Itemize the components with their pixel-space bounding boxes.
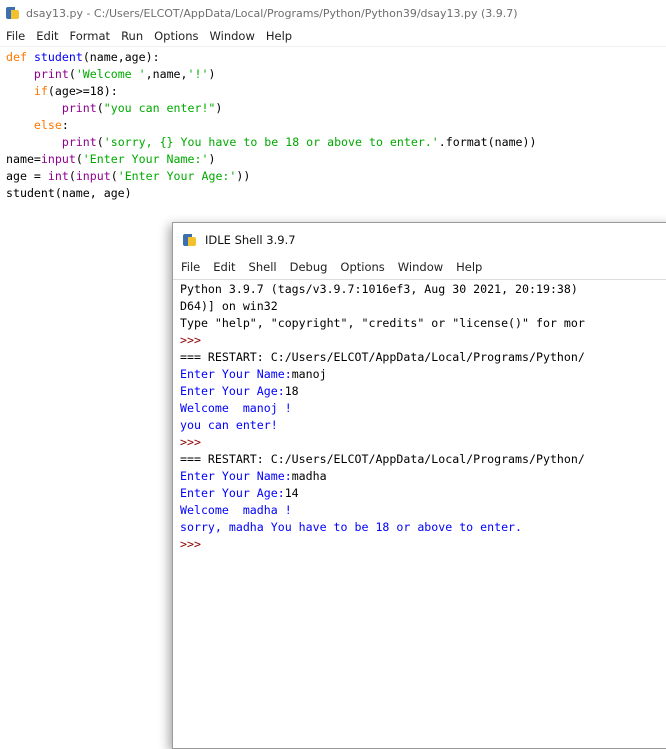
restart-line: === RESTART: C:/Users/ELCOT/AppData/Loca…	[180, 350, 585, 364]
code-text: )	[208, 67, 216, 81]
shell-prompt: >>>	[180, 435, 201, 449]
shell-line: D64)] on win32	[180, 299, 278, 313]
shell-menu-shell[interactable]: Shell	[241, 260, 282, 274]
string-literal: 'sorry, {} You have to be 18 or above to…	[103, 135, 439, 149]
python-shell-icon	[183, 233, 197, 247]
builtin: input	[75, 169, 111, 183]
code-line-9[interactable]: student(name, age)	[6, 185, 132, 202]
code-text: :	[61, 118, 69, 132]
string-literal: 'Welcome '	[75, 67, 146, 81]
string-literal: "you can enter!"	[103, 101, 216, 115]
shell-menu-window[interactable]: Window	[390, 260, 448, 274]
code-text: )	[208, 152, 216, 166]
shell-menu-options[interactable]: Options	[332, 260, 389, 274]
menu-window[interactable]: Window	[204, 29, 260, 43]
code-text: (	[96, 101, 104, 115]
user-input: 18	[284, 384, 299, 398]
shell-menu-debug[interactable]: Debug	[282, 260, 333, 274]
code-text: (	[110, 169, 118, 183]
shell-line: Enter Your Age:14	[180, 485, 299, 502]
shell-output-area[interactable]: Python 3.9.7 (tags/v3.9.7:1016ef3, Aug 3…	[173, 279, 666, 745]
builtin: print	[33, 67, 69, 81]
user-input: madha	[291, 469, 327, 483]
input-prompt: Enter Your Age:	[180, 384, 285, 398]
output-line: Welcome madha !	[180, 503, 292, 517]
menu-options[interactable]: Options	[148, 29, 203, 43]
python-file-icon	[6, 6, 20, 20]
shell-menu-file[interactable]: File	[173, 260, 205, 274]
code-text: age =	[6, 169, 48, 183]
code-text: .format(name))	[438, 135, 537, 149]
code-text: (	[96, 135, 104, 149]
output-line: you can enter!	[180, 418, 278, 432]
code-text: (	[68, 169, 76, 183]
builtin: int	[47, 169, 69, 183]
code-text: (	[68, 67, 76, 81]
shell-window-title: IDLE Shell 3.9.7	[205, 233, 296, 247]
string-literal: 'Enter Your Name:'	[82, 152, 209, 166]
user-input: manoj	[291, 367, 327, 381]
keyword: def	[6, 50, 27, 64]
code-line-4[interactable]: print("you can enter!")	[6, 100, 223, 117]
shell-title-bar[interactable]: IDLE Shell 3.9.7	[173, 223, 666, 257]
shell-line: Enter Your Age:18	[180, 383, 299, 400]
code-text: name=	[6, 152, 41, 166]
menu-run[interactable]: Run	[115, 29, 148, 43]
keyword: else	[33, 118, 62, 132]
menu-edit[interactable]: Edit	[30, 29, 63, 43]
code-line-3[interactable]: if(age>=18):	[6, 83, 118, 100]
code-text: (age>=18):	[47, 84, 118, 98]
shell-line: Enter Your Name:manoj	[180, 366, 327, 383]
input-prompt: Enter Your Name:	[180, 367, 292, 381]
code-text: ,name,	[145, 67, 188, 81]
string-literal: 'Enter Your Age:'	[117, 169, 237, 183]
string-literal: '!'	[187, 67, 209, 81]
function-name: student	[33, 50, 83, 64]
builtin: input	[40, 152, 76, 166]
menu-format[interactable]: Format	[64, 29, 116, 43]
code-text: (	[75, 152, 83, 166]
shell-line: Enter Your Name:madha	[180, 468, 327, 485]
code-line-5[interactable]: else:	[6, 117, 69, 134]
shell-line: Python 3.9.7 (tags/v3.9.7:1016ef3, Aug 3…	[180, 282, 578, 296]
editor-window-title: dsay13.py - C:/Users/ELCOT/AppData/Local…	[26, 6, 518, 20]
code-line-6[interactable]: print('sorry, {} You have to be 18 or ab…	[6, 134, 537, 151]
idle-shell-window[interactable]: IDLE Shell 3.9.7 File Edit Shell Debug O…	[172, 222, 666, 749]
shell-prompt: >>>	[180, 333, 201, 347]
menu-help[interactable]: Help	[260, 29, 297, 43]
code-line-1[interactable]: def student(name,age):	[6, 49, 160, 66]
input-prompt: Enter Your Name:	[180, 469, 292, 483]
code-line-7[interactable]: name=input('Enter Your Name:')	[6, 151, 215, 168]
code-text: ))	[236, 169, 251, 183]
output-line: Welcome manoj !	[180, 401, 292, 415]
restart-line: === RESTART: C:/Users/ELCOT/AppData/Loca…	[180, 452, 585, 466]
input-prompt: Enter Your Age:	[180, 486, 285, 500]
shell-line: Type "help", "copyright", "credits" or "…	[180, 316, 585, 330]
editor-title-bar: dsay13.py - C:/Users/ELCOT/AppData/Local…	[0, 0, 666, 26]
shell-prompt: >>>	[180, 537, 201, 551]
builtin: print	[61, 101, 97, 115]
code-text: (name,age):	[82, 50, 160, 64]
user-input: 14	[284, 486, 299, 500]
code-text: )	[215, 101, 223, 115]
shell-menu-bar: File Edit Shell Debug Options Window Hel…	[173, 257, 666, 277]
shell-menu-edit[interactable]: Edit	[205, 260, 240, 274]
builtin: print	[61, 135, 97, 149]
output-line: sorry, madha You have to be 18 or above …	[180, 520, 523, 534]
code-text: student(name, age)	[6, 186, 132, 200]
keyword: if	[33, 84, 48, 98]
shell-menu-help[interactable]: Help	[448, 260, 487, 274]
menu-file[interactable]: File	[0, 29, 30, 43]
code-line-8[interactable]: age = int(input('Enter Your Age:'))	[6, 168, 250, 185]
editor-menu-bar: File Edit Format Run Options Window Help	[0, 26, 666, 47]
code-line-2[interactable]: print('Welcome ',name,'!')	[6, 66, 216, 83]
